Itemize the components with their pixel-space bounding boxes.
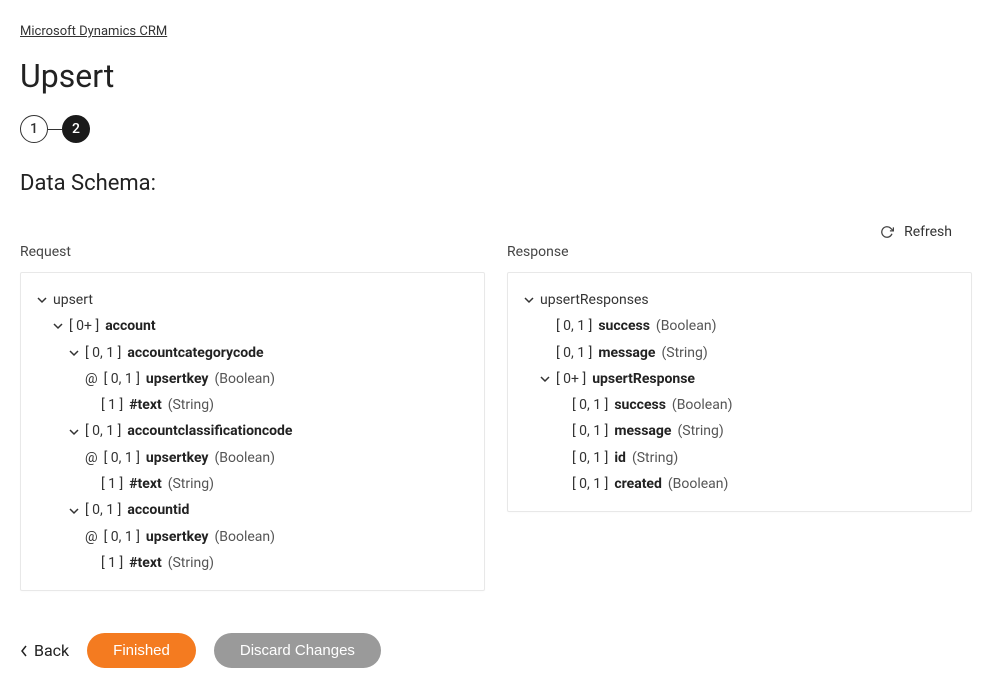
field-type: (String) <box>168 553 214 573</box>
field-type: (String) <box>168 395 214 415</box>
field-name: upsertResponse <box>592 369 695 389</box>
node-label: upsertResponses <box>540 290 649 310</box>
field-name: upsertkey <box>146 448 209 468</box>
cardinality: [ 0, 1 ] <box>572 395 608 415</box>
field-name: upsertkey <box>146 369 209 389</box>
step-2[interactable]: 2 <box>62 115 90 143</box>
chevron-down-icon <box>53 321 63 331</box>
field-name: message <box>614 421 671 441</box>
tree-node-message[interactable]: [ 0, 1 ] message (String) <box>540 340 955 366</box>
finished-button[interactable]: Finished <box>87 633 196 668</box>
field-name: #text <box>129 474 161 494</box>
field-type: (Boolean) <box>668 474 729 494</box>
field-name: #text <box>129 395 161 415</box>
field-type: (Boolean) <box>656 316 717 336</box>
at-icon: @ <box>85 369 98 389</box>
response-header: Response <box>507 244 972 260</box>
field-type: (Boolean) <box>214 369 275 389</box>
tree-node-upsertkey[interactable]: @ [ 0, 1 ] upsertkey (Boolean) <box>85 445 468 471</box>
cardinality: [ 0, 1 ] <box>104 527 140 547</box>
refresh-button[interactable]: Refresh <box>20 224 972 240</box>
tree-node-upsertresponse[interactable]: [ 0+ ] upsertResponse <box>540 366 955 392</box>
field-type: (Boolean) <box>672 395 733 415</box>
response-schema-box: upsertResponses [ 0, 1 ] success (Boolea… <box>507 272 972 512</box>
step-indicator: 1 2 <box>20 115 972 143</box>
field-name: accountcategorycode <box>127 343 263 363</box>
request-schema-box: upsert [ 0+ ] account [ 0, 1 ] accountca… <box>20 272 485 591</box>
tree-node-accountclassificationcode[interactable]: [ 0, 1 ] accountclassificationcode <box>69 418 468 444</box>
tree-node-text[interactable]: [ 1 ] #text (String) <box>85 471 468 497</box>
request-column: Request upsert [ 0+ ] account [ 0, 1 ] a… <box>20 244 485 591</box>
back-button[interactable]: Back <box>20 641 69 660</box>
field-name: account <box>105 316 155 336</box>
tree-node-account[interactable]: [ 0+ ] account <box>53 313 468 339</box>
field-name: upsertkey <box>146 527 209 547</box>
cardinality: [ 0, 1 ] <box>572 421 608 441</box>
field-type: (String) <box>632 448 678 468</box>
field-type: (Boolean) <box>214 527 275 547</box>
response-column: Response upsertResponses [ 0, 1 ] succes… <box>507 244 972 591</box>
cardinality: [ 0, 1 ] <box>572 448 608 468</box>
field-type: (String) <box>677 421 723 441</box>
tree-node-ur-created[interactable]: [ 0, 1 ] created (Boolean) <box>556 471 955 497</box>
step-1[interactable]: 1 <box>20 115 48 143</box>
tree-node-success[interactable]: [ 0, 1 ] success (Boolean) <box>540 313 955 339</box>
chevron-down-icon <box>69 427 79 437</box>
cardinality: [ 1 ] <box>101 395 123 415</box>
request-header: Request <box>20 244 485 260</box>
tree-node-ur-success[interactable]: [ 0, 1 ] success (Boolean) <box>556 392 955 418</box>
cardinality: [ 0+ ] <box>69 316 99 336</box>
tree-node-ur-message[interactable]: [ 0, 1 ] message (String) <box>556 418 955 444</box>
field-name: accountclassificationcode <box>127 421 292 441</box>
cardinality: [ 1 ] <box>101 553 123 573</box>
breadcrumb-link[interactable]: Microsoft Dynamics CRM <box>20 24 167 39</box>
node-label: upsert <box>53 290 93 310</box>
cardinality: [ 0, 1 ] <box>104 369 140 389</box>
chevron-down-icon <box>69 348 79 358</box>
tree-node-ur-id[interactable]: [ 0, 1 ] id (String) <box>556 445 955 471</box>
tree-node-upsertresponses[interactable]: upsertResponses <box>524 287 955 313</box>
field-name: success <box>598 316 650 336</box>
tree-node-upsertkey[interactable]: @ [ 0, 1 ] upsertkey (Boolean) <box>85 524 468 550</box>
back-label: Back <box>34 641 69 660</box>
cardinality: [ 0, 1 ] <box>556 343 592 363</box>
discard-changes-button[interactable]: Discard Changes <box>214 633 381 668</box>
cardinality: [ 0, 1 ] <box>572 474 608 494</box>
chevron-down-icon <box>540 374 550 384</box>
at-icon: @ <box>85 448 98 468</box>
cardinality: [ 0, 1 ] <box>556 316 592 336</box>
field-name: id <box>614 448 626 468</box>
section-title: Data Schema: <box>20 171 972 196</box>
tree-node-accountid[interactable]: [ 0, 1 ] accountid <box>69 497 468 523</box>
cardinality: [ 0, 1 ] <box>85 500 121 520</box>
chevron-down-icon <box>69 506 79 516</box>
field-type: (Boolean) <box>214 448 275 468</box>
cardinality: [ 0, 1 ] <box>104 448 140 468</box>
step-connector <box>48 129 62 130</box>
page-title: Upsert <box>20 57 972 95</box>
field-name: accountid <box>127 500 189 520</box>
tree-node-upsertkey[interactable]: @ [ 0, 1 ] upsertkey (Boolean) <box>85 366 468 392</box>
field-name: #text <box>129 553 161 573</box>
tree-node-text[interactable]: [ 1 ] #text (String) <box>85 392 468 418</box>
chevron-down-icon <box>524 295 534 305</box>
refresh-label: Refresh <box>904 224 952 240</box>
tree-node-upsert[interactable]: upsert <box>37 287 468 313</box>
field-name: success <box>614 395 666 415</box>
refresh-icon <box>880 225 894 239</box>
cardinality: [ 0, 1 ] <box>85 421 121 441</box>
tree-node-text[interactable]: [ 1 ] #text (String) <box>85 550 468 576</box>
chevron-down-icon <box>37 295 47 305</box>
field-type: (String) <box>661 343 707 363</box>
cardinality: [ 1 ] <box>101 474 123 494</box>
field-name: created <box>614 474 662 494</box>
at-icon: @ <box>85 527 98 547</box>
field-type: (String) <box>168 474 214 494</box>
tree-node-accountcategorycode[interactable]: [ 0, 1 ] accountcategorycode <box>69 340 468 366</box>
cardinality: [ 0+ ] <box>556 369 586 389</box>
field-name: message <box>598 343 655 363</box>
cardinality: [ 0, 1 ] <box>85 343 121 363</box>
